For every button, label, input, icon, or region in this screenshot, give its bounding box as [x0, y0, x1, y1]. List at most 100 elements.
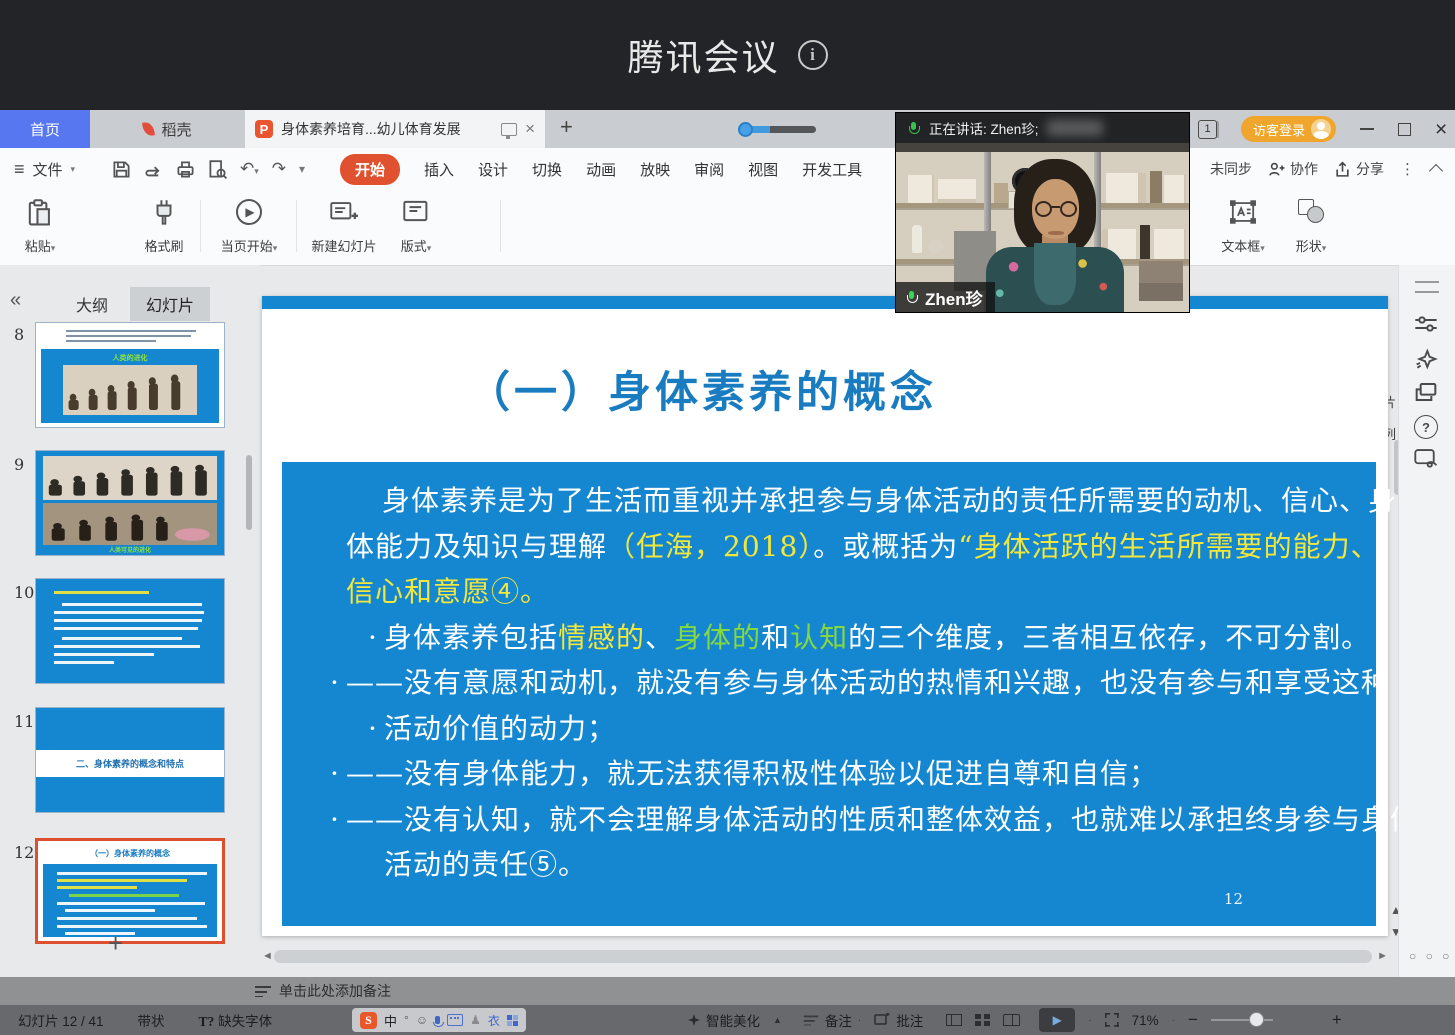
info-icon[interactable]: i	[798, 40, 828, 70]
collapse-ribbon-icon[interactable]	[1429, 164, 1443, 178]
tab-review[interactable]: 审阅	[694, 159, 724, 180]
horizontal-scrollbar[interactable]: ◄ ►	[262, 948, 1388, 966]
theme-name[interactable]: 带状	[138, 1010, 165, 1030]
export-icon[interactable]	[144, 160, 163, 179]
voice-input-icon[interactable]	[435, 1016, 440, 1024]
monitor-icon[interactable]	[501, 123, 517, 136]
print-icon[interactable]	[176, 160, 195, 179]
tab-animation[interactable]: 动画	[586, 159, 616, 180]
zoom-in-button[interactable]: +	[1332, 1010, 1342, 1030]
slide-thumbnail-9[interactable]: 人类可见的进化	[35, 450, 225, 556]
save-icon[interactable]	[112, 160, 131, 179]
zoom-out-button[interactable]: −	[1188, 1010, 1198, 1030]
paste-button[interactable]: 粘贴▾	[12, 194, 68, 260]
tab-transition[interactable]: 切换	[532, 159, 562, 180]
keyboard-icon[interactable]	[447, 1014, 463, 1026]
play-options-dot[interactable]: ·	[1088, 1015, 1091, 1026]
skin-theme-icon[interactable]	[1414, 447, 1439, 469]
layout-button[interactable]: 版式▾	[392, 194, 440, 260]
scroll-left-icon[interactable]: ◄	[262, 950, 273, 962]
slider-knob[interactable]	[738, 122, 753, 137]
play-slideshow-button[interactable]: ▶	[1039, 1008, 1075, 1032]
restore-button[interactable]	[1398, 123, 1411, 136]
tab-insert[interactable]: 插入	[424, 159, 454, 180]
add-slide-button[interactable]: +	[108, 928, 123, 959]
switch-window-icon[interactable]	[1414, 381, 1438, 403]
guest-login-button[interactable]: 访客登录	[1241, 116, 1336, 142]
open-documents-badge[interactable]: 1	[1198, 120, 1217, 139]
format-painter-button[interactable]: 格式刷	[134, 194, 194, 260]
missing-fonts-button[interactable]: T? 缺失字体	[199, 1010, 273, 1030]
more-options-icon[interactable]: ⋮	[1400, 160, 1415, 178]
settings-sliders-icon[interactable]	[1414, 313, 1438, 335]
reading-view-button[interactable]	[1003, 1014, 1020, 1026]
beautify-button[interactable]: 智能美化	[688, 1010, 760, 1030]
tab-devtools[interactable]: 开发工具	[802, 159, 862, 180]
print-preview-icon[interactable]	[208, 160, 227, 179]
ime-grid-icon[interactable]	[507, 1015, 518, 1026]
zoom-slider[interactable]	[1211, 1019, 1273, 1021]
skin-clothes-icon[interactable]: 衣	[488, 1012, 500, 1029]
slide-thumbnail-12[interactable]: （一）身体素养的概念	[35, 838, 225, 944]
slide-canvas[interactable]: （一）身体素养的概念 身体素养是为了生活而重视并承担参与身体活动的责任所需要的动…	[262, 296, 1388, 936]
tab-view[interactable]: 视图	[748, 159, 778, 180]
person-icon[interactable]: ♟	[470, 1013, 481, 1027]
notes-toggle-button[interactable]: 备注·	[803, 1010, 861, 1030]
ime-settings-icon[interactable]: °	[404, 1013, 409, 1027]
slide-counter: 幻灯片 12 / 41	[18, 1010, 104, 1030]
ime-toolbar[interactable]: S 中 ° ☺ ♟ 衣	[352, 1008, 526, 1032]
panel-handle-icon[interactable]	[1415, 281, 1439, 293]
panel-resize-dots[interactable]: ○ ○ ○	[1409, 949, 1452, 963]
horizontal-scroll-thumb[interactable]	[274, 950, 1372, 963]
notes-bar[interactable]: 单击此处添加备注	[0, 977, 1455, 1005]
slide-thumbnail-11[interactable]: 二、身体素养的概念和特点	[35, 707, 225, 813]
zoom-level[interactable]: 71%	[1132, 1013, 1159, 1028]
share-button[interactable]: 分享	[1334, 159, 1384, 179]
redo-icon[interactable]: ↷	[272, 159, 286, 179]
beautify-expand-icon[interactable]: ▲	[773, 1015, 782, 1025]
play-from-current-button[interactable]: ▶ 当页开始▾	[206, 194, 292, 260]
fit-slide-button[interactable]	[1105, 1013, 1119, 1027]
slide-thumbnail-10[interactable]	[35, 578, 225, 684]
sogou-icon[interactable]: S	[360, 1012, 377, 1029]
more-commands-icon[interactable]: ▾	[299, 162, 305, 176]
effects-star-icon[interactable]	[1414, 347, 1438, 371]
sync-status[interactable]: 未同步	[1210, 159, 1252, 179]
collapse-sidebar-button[interactable]: «	[10, 289, 21, 312]
textbox-button[interactable]: 文本框▾	[1212, 194, 1274, 260]
tab-document[interactable]: P 身体素养培育...幼儿体育发展 ×	[245, 110, 545, 148]
undo-icon[interactable]: ↶▾	[240, 159, 259, 179]
tab-start[interactable]: 开始	[340, 154, 400, 185]
tab-docer[interactable]: 稻壳	[90, 110, 245, 148]
tab-design[interactable]: 设计	[478, 159, 508, 180]
emoji-icon[interactable]: ☺	[416, 1013, 428, 1027]
slide-thumbnail-8[interactable]: 人类的进化	[35, 322, 225, 428]
normal-view-button[interactable]	[946, 1014, 962, 1026]
help-icon[interactable]: ?	[1414, 415, 1438, 439]
shapes-button[interactable]: 形状▾	[1284, 194, 1338, 260]
file-menu[interactable]: 文件	[33, 159, 63, 180]
scroll-right-icon[interactable]: ►	[1377, 950, 1388, 962]
tab-home[interactable]: 首页	[0, 110, 90, 148]
minimize-button[interactable]	[1360, 128, 1374, 130]
sidebar-scrollbar[interactable]	[246, 455, 252, 530]
new-tab-button[interactable]: +	[560, 114, 573, 140]
new-slide-button[interactable]: 新建幻灯片	[300, 194, 388, 260]
ime-mode-chinese[interactable]: 中	[384, 1011, 397, 1030]
collaborate-button[interactable]: 协作	[1268, 159, 1318, 179]
tab-outline[interactable]: 大纲	[60, 287, 124, 321]
comments-button[interactable]: 批注	[874, 1010, 923, 1030]
close-tab-icon[interactable]: ×	[525, 119, 535, 139]
zoom-slider-knob[interactable]	[1249, 1012, 1264, 1027]
close-button[interactable]: ×	[1435, 119, 1447, 140]
tab-slides[interactable]: 幻灯片	[130, 287, 210, 321]
slide-text-line: 身体素养是为了生活而重视并承担参与身体活动的责任所需要的动机、信心、身	[322, 478, 1348, 524]
glasses	[1035, 201, 1077, 219]
brightness-slider[interactable]	[738, 122, 818, 136]
slide-sorter-view-button[interactable]	[975, 1014, 990, 1026]
menu-icon[interactable]: ≡	[14, 159, 25, 180]
meeting-video-overlay[interactable]: 正在讲话: Zhen珍;	[895, 112, 1190, 313]
thumbnail-title: 二、身体素养的概念和特点	[76, 757, 184, 770]
tab-slideshow[interactable]: 放映	[640, 159, 670, 180]
participant-name-badge: Zhen珍	[896, 282, 995, 312]
